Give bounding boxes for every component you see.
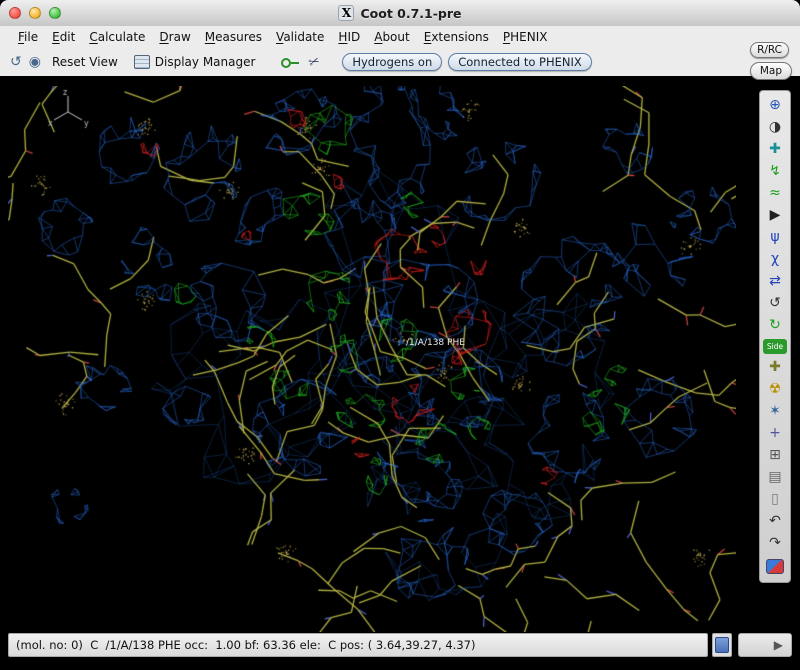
menu-item-phenix[interactable]: PHENIX [503,30,548,44]
menu-item-file[interactable]: File [18,30,38,44]
redo-icon[interactable]: ↷ [763,533,787,554]
side-chain-180-icon[interactable]: Side [763,339,787,354]
window-controls [9,7,61,19]
view-previous-icon[interactable]: ↺ [10,55,22,69]
edit-chi-angles-icon[interactable]: χ [763,249,787,270]
gl-canvas[interactable] [8,86,736,632]
go-to-atom-icon[interactable] [281,58,299,66]
toolbar-expander-button[interactable]: ▶ [738,633,792,657]
measure-distance-icon[interactable]: ✂ [307,53,322,71]
reset-view-button[interactable]: Reset View [52,55,118,69]
recentre-icon[interactable]: ◑ [763,117,787,138]
add-terminal-residue-icon[interactable]: ✚ [763,357,787,378]
status-scroll-thumb[interactable] [715,637,729,653]
torsion-general-icon[interactable]: ⇄ [763,271,787,292]
gl-area: /1/A/138 PHE ⊕◑✚↯≈▶ψχ⇄↺↻Side✚☢✶+⊞▤▯↶↷ [0,76,800,670]
hydrogens-toggle-button[interactable]: Hydrogens on [342,53,442,71]
main-toolbar: ↺ ◉ Reset View Display Manager ✂ Hydroge… [0,48,800,77]
zoom-button[interactable] [49,7,61,19]
menu-item-edit[interactable]: Edit [52,30,75,44]
delete-item-icon[interactable]: ▯ [763,489,787,510]
display-manager-button[interactable]: Display Manager [134,55,256,69]
title-bar[interactable]: X Coot 0.7.1-pre [0,0,800,27]
menu-item-about[interactable]: About [374,30,410,44]
menu-item-measures[interactable]: Measures [205,30,262,44]
window-title: Coot 0.7.1-pre [360,6,461,21]
rotate-translate-icon[interactable]: ↺ [763,293,787,314]
menu-item-hid[interactable]: HID [338,30,360,44]
menu-item-draw[interactable]: Draw [159,30,190,44]
colour-scheme-icon[interactable] [766,559,784,574]
status-text: (mol. no: 0) C /1/A/138 PHE occ: 1.00 bf… [16,638,475,652]
find-ligands-icon[interactable]: ✶ [763,401,787,422]
window-title-wrap: X Coot 0.7.1-pre [338,5,461,21]
rrc-button[interactable]: R/RC [750,42,789,58]
map-button[interactable]: Map [750,62,792,80]
menu-item-validate[interactable]: Validate [276,30,324,44]
status-scrollbar[interactable] [712,633,732,657]
fixed-atoms-icon[interactable]: ▶ [763,205,787,226]
view-sphere-icon[interactable]: ⊕ [763,95,787,116]
play-icon: ▶ [774,638,783,652]
display-manager-icon [134,55,150,69]
phenix-status-button[interactable]: Connected to PHENIX [448,53,592,71]
keyboard-icon[interactable]: ▤ [763,467,787,488]
atom-label: /1/A/138 PHE [406,338,465,348]
view-record-icon[interactable]: ◉ [29,55,41,69]
drag-atoms-icon[interactable]: ✚ [763,139,787,160]
run-refinement-icon[interactable]: ☢ [763,379,787,400]
status-bar: (mol. no: 0) C /1/A/138 PHE occ: 1.00 bf… [8,633,708,657]
add-atom-icon[interactable]: + [763,423,787,444]
display-manager-label: Display Manager [155,55,256,69]
menubar: File Edit Calculate Draw Measures Validate HID… [0,26,800,49]
add-residue-icon[interactable]: ⊞ [763,445,787,466]
x11-icon: X [338,5,354,21]
menu-item-calculate[interactable]: Calculate [89,30,145,44]
gl-canvas-wrap: /1/A/138 PHE [8,86,736,632]
minimize-button[interactable] [29,7,41,19]
auto-fit-rotamer-icon[interactable]: ↻ [763,315,787,336]
right-toolbar: ⊕◑✚↯≈▶ψχ⇄↺↻Side✚☢✶+⊞▤▯↶↷ [759,90,791,583]
real-space-refine-icon[interactable]: ↯ [763,161,787,182]
coot-window: X Coot 0.7.1-pre File Edit Calculate Draw Me… [0,0,800,670]
undo-icon[interactable]: ↶ [763,511,787,532]
rotamers-icon[interactable]: ψ [763,227,787,248]
close-button[interactable] [9,7,21,19]
regularize-zone-icon[interactable]: ≈ [763,183,787,204]
menu-item-extensions[interactable]: Extensions [424,30,489,44]
